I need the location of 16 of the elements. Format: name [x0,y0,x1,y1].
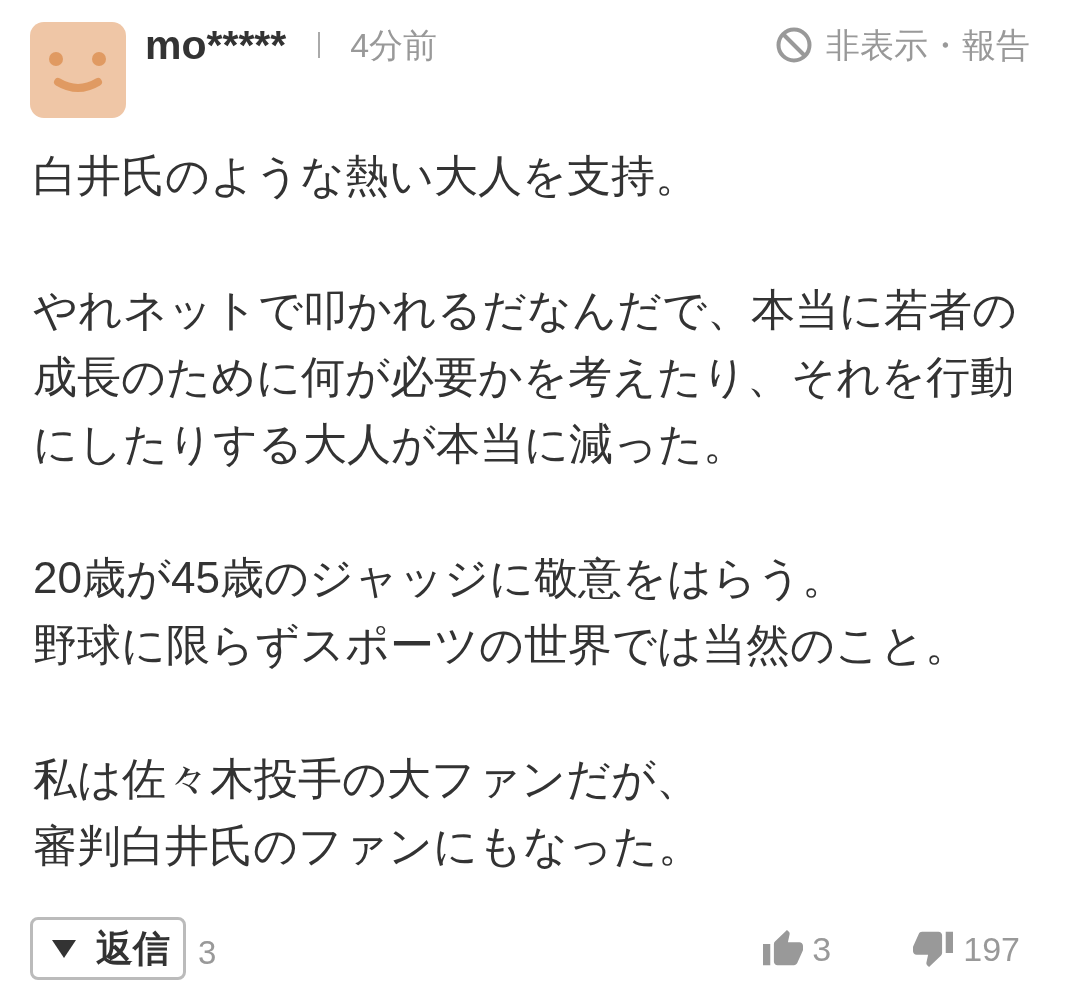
thumbs-up-icon [763,930,804,967]
thumbs-down-icon [913,930,954,967]
comment-paragraph: 20歳が45歳のジャッジに敬意をはらう。 野球に限らずスポーツの世界では当然のこと。 [33,552,970,671]
caret-down-icon [52,939,76,958]
reply-button[interactable]: 返信 [30,917,186,980]
prohibited-icon [776,27,812,63]
dislike-button[interactable]: 197 [913,930,1020,967]
comment-paragraph: 白井氏のような熱い大人を支持。 [33,150,700,202]
comment-paragraph: やれネットで叩かれるだなんだで、本当に若者の成長のために何が必要かを考えたり、それを行動にしたりする大人が本当に減った。 [33,284,1018,470]
like-button[interactable]: 3 [763,930,832,967]
post-time: 4分前 [350,28,438,62]
comment-paragraph: 私は佐々木投手の大ファンだが、 審判白井氏のファンにもなった。 [33,753,703,872]
hide-report-link[interactable]: 非表示・報告 [776,22,1030,68]
smiley-avatar-icon [30,22,126,118]
reply-count: 3 [198,936,217,969]
author-name: mo***** [145,24,287,66]
